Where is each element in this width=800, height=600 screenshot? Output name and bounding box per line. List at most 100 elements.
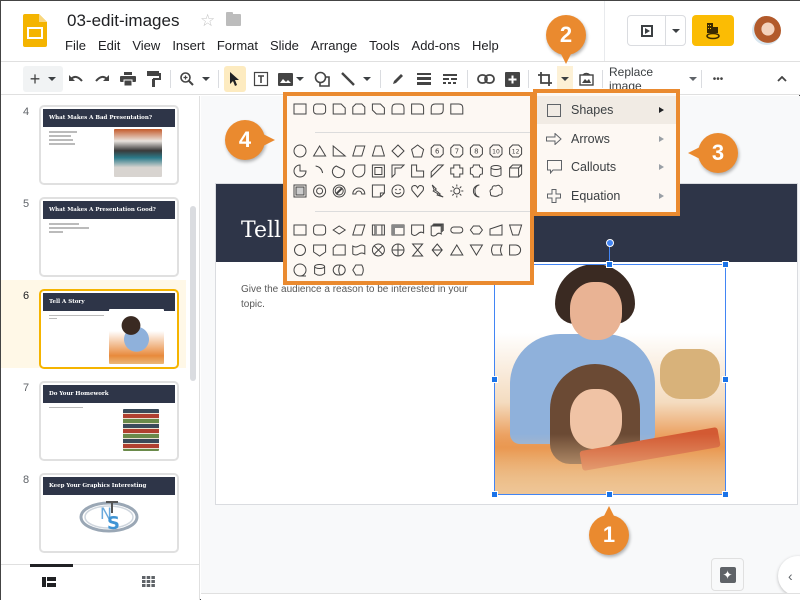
shape-option-fcDecision[interactable] [332,225,347,235]
shape-option-fcConnector[interactable] [294,244,306,256]
shape-option-octn[interactable]: 12 [509,144,523,158]
shape-option-fcInternal[interactable] [391,224,405,236]
shape-option-halfframe[interactable] [391,164,406,179]
menu-item-equation[interactable]: Equation [537,182,676,210]
filmstrip-view-icon[interactable] [42,577,56,587]
shape-option-diamond[interactable] [391,144,405,158]
shape-option-blockArc[interactable] [352,187,366,195]
line-button[interactable] [338,66,374,92]
shape-option-fcCard[interactable] [332,244,346,256]
shape-option-trap[interactable] [371,145,386,157]
shape-option-octn[interactable]: 10 [489,144,503,158]
menu-item-arrows[interactable]: Arrows [537,125,676,153]
menu-item-shapes[interactable]: Shapes [537,96,676,124]
shape-option-rrect[interactable] [313,103,327,115]
insert-link-button[interactable] [474,66,498,92]
shape-option-octn[interactable]: 8 [469,144,483,158]
folder-icon[interactable] [226,12,241,26]
side-panel-toggle[interactable]: ‹ [778,556,800,596]
shape-option-lshape[interactable] [411,164,425,178]
shape-option-snip2[interactable] [352,103,366,115]
shape-option-fcTape[interactable] [352,244,366,256]
menu-help[interactable]: Help [466,37,505,54]
shape-option-arc[interactable] [315,165,324,174]
shape-option-fcDelay[interactable] [509,244,522,256]
shape-option-fcDirect[interactable] [332,264,346,276]
slide-thumbnail-4[interactable]: 4 What Makes A Bad Presentation? [1,96,186,185]
grid-view-icon[interactable] [142,576,155,587]
shape-option-donut[interactable] [313,184,327,198]
menu-addons[interactable]: Add-ons [406,37,466,54]
resize-handle-bottom[interactable] [606,491,613,498]
shape-option-moon[interactable] [472,184,480,198]
border-weight-button[interactable] [413,66,435,92]
shape-option-tri[interactable] [312,145,327,157]
menu-format[interactable]: Format [211,37,264,54]
slide-thumbnail-8[interactable]: 8 Keep Your Graphics Interesting N S [1,464,186,553]
shape-option-sun[interactable] [450,184,464,198]
share-button[interactable] [692,15,734,46]
zoom-button[interactable] [177,66,213,92]
document-title[interactable]: 03-edit-images [67,11,179,31]
shape-option-octn[interactable]: 7 [450,144,464,158]
resize-handle-bottom-left[interactable] [491,491,498,498]
menu-file[interactable]: File [59,37,92,54]
shape-option-fcMagDisk[interactable] [314,264,326,276]
shape-option-fcPrep[interactable] [469,225,484,235]
menu-tools[interactable]: Tools [363,37,405,54]
shape-option-diagstripe[interactable] [430,164,445,179]
shape-option-fcMerge[interactable] [469,244,484,256]
star-icon[interactable]: ☆ [200,11,215,31]
shape-option-frame[interactable] [371,164,385,178]
shape-option-pie[interactable] [293,164,307,178]
menu-view[interactable]: View [126,37,166,54]
shape-option-fcOffpage[interactable] [313,244,327,257]
slide-thumbnail-7[interactable]: 7 Do Your Homework [1,372,186,461]
shape-option-folded[interactable] [371,184,385,198]
resize-handle-right[interactable] [722,376,729,383]
shape-option-fcTerminator[interactable] [450,226,464,234]
menu-arrange[interactable]: Arrange [305,37,363,54]
collapse-toolbar-button[interactable] [771,66,793,92]
shape-option-fcSumming[interactable] [371,243,385,257]
more-button[interactable]: ••• [707,66,729,92]
shape-option-fcManualInput[interactable] [489,224,503,236]
redo-button[interactable] [91,66,113,92]
shape-option-octn[interactable]: 6 [430,144,444,158]
shape-option-tear[interactable] [352,164,366,178]
undo-button[interactable] [65,66,87,92]
shape-option-fcData[interactable] [352,224,366,236]
insert-image-button[interactable] [275,66,307,92]
shape-option-circle[interactable] [293,144,307,158]
shape-option-fcSort[interactable] [431,243,443,257]
shape-option-cloud[interactable] [489,184,503,197]
shape-option-noSymbol[interactable] [332,184,346,198]
shape-button[interactable] [310,66,334,92]
present-options-button[interactable] [666,16,685,45]
shape-option-cube[interactable] [509,164,523,178]
shape-option-fcManualOp[interactable] [508,224,523,236]
shape-option-can[interactable] [490,165,502,177]
shape-option-pent[interactable] [411,144,425,158]
shape-option-bevel[interactable] [293,184,307,198]
speaker-notes-divider[interactable] [201,593,800,600]
shape-option-fcStored[interactable] [491,244,503,256]
shape-option-round2[interactable] [450,103,464,115]
slides-logo-icon[interactable] [23,14,47,47]
menu-item-callouts[interactable]: Callouts [537,153,676,181]
resize-handle-top[interactable] [606,261,613,268]
new-slide-button[interactable]: + [23,66,63,92]
slide-thumbnail-5[interactable]: 5 What Makes A Presentation Good? [1,188,186,277]
shape-option-round2[interactable] [411,103,425,115]
shape-option-para[interactable] [352,145,366,157]
shape-option-plus[interactable] [450,164,464,178]
menu-insert[interactable]: Insert [166,37,211,54]
shape-option-fcExtract[interactable] [449,244,464,256]
border-dash-button[interactable] [439,66,461,92]
rotation-handle[interactable] [606,239,614,247]
slide-body-text[interactable]: Give the audience a reason to be interes… [241,282,481,312]
slide-thumbnail-6[interactable]: 6 Tell A Story [1,280,186,369]
selected-image[interactable] [495,264,726,494]
resize-handle-bottom-right[interactable] [722,491,729,498]
present-button[interactable] [628,16,666,45]
